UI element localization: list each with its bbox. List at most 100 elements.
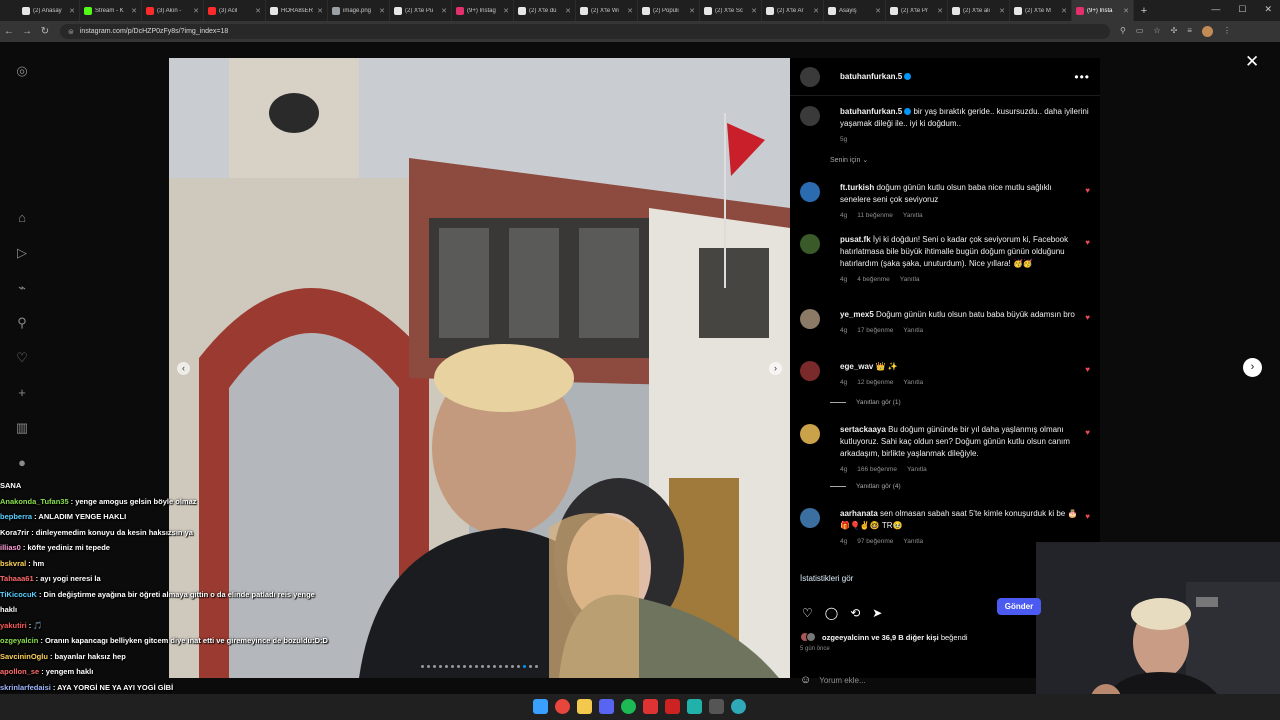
browser-tab[interactable]: (2) X'te Ar ✕ xyxy=(762,0,824,21)
likes-user[interactable]: ozgeeyalcinn xyxy=(822,633,869,642)
browser-tab[interactable]: (2) X'te Pu ✕ xyxy=(390,0,452,21)
browser-tab[interactable]: (3) Acil ✕ xyxy=(204,0,266,21)
view-replies-button[interactable]: Yanıtları gör (1) xyxy=(830,399,901,406)
browser-tab[interactable]: (2) X'te ali ✕ xyxy=(948,0,1010,21)
browser-tab[interactable]: (2) X'te Wi ✕ xyxy=(576,0,638,21)
comment-avatar[interactable] xyxy=(800,182,820,202)
instagram-logo-icon[interactable]: ◎ xyxy=(16,64,27,77)
browser-tab[interactable]: Asayiş ✕ xyxy=(824,0,886,21)
tab-close-icon[interactable]: ✕ xyxy=(441,7,447,15)
tab-close-icon[interactable]: ✕ xyxy=(565,7,571,15)
author-avatar[interactable] xyxy=(800,66,820,87)
tab-close-icon[interactable]: ✕ xyxy=(379,7,385,15)
repost-icon[interactable]: ⟲ xyxy=(850,606,860,620)
comment-username[interactable]: ege_wav xyxy=(840,362,873,371)
comment-likes[interactable]: 11 beğenme xyxy=(857,212,893,219)
maximize-icon[interactable]: ☐ xyxy=(1238,4,1246,15)
caption-avatar[interactable] xyxy=(800,106,820,126)
comment-like-heart-icon[interactable]: ♥ xyxy=(1085,512,1090,521)
comment-avatar[interactable] xyxy=(800,508,820,528)
minimize-icon[interactable]: — xyxy=(1211,4,1220,15)
browser-tab[interactable]: Stream - K ✕ xyxy=(80,0,142,21)
comment-likes[interactable]: 4 beğenme xyxy=(857,276,890,283)
browser-tab[interactable]: (9+) Instag ✕ xyxy=(452,0,514,21)
comment-avatar[interactable] xyxy=(800,309,820,329)
browser-tab[interactable]: (9+) Insta ✕ xyxy=(1072,0,1134,21)
create-icon[interactable]: + xyxy=(18,386,26,399)
tab-close-icon[interactable]: ✕ xyxy=(193,7,199,15)
tab-close-icon[interactable]: ✕ xyxy=(503,7,509,15)
browser-tab[interactable]: (2) Popüli ✕ xyxy=(638,0,700,21)
obs-icon[interactable] xyxy=(643,699,658,714)
browser-tab[interactable]: (3) Akın - ✕ xyxy=(142,0,204,21)
chrome-icon[interactable] xyxy=(555,699,570,714)
tab-close-icon[interactable]: ✕ xyxy=(813,7,819,15)
view-insights-link[interactable]: İstatistikleri gör xyxy=(800,574,853,583)
comment-username[interactable]: sertackaaya xyxy=(840,425,886,434)
tab-close-icon[interactable]: ✕ xyxy=(689,7,695,15)
add-comment-field[interactable]: ☺ Yorum ekle... xyxy=(800,674,866,686)
dashboard-icon[interactable]: ▥ xyxy=(16,421,28,434)
browser-tab[interactable]: image.png ✕ xyxy=(328,0,390,21)
comment-username[interactable]: pusat.fk xyxy=(840,235,871,244)
share-icon[interactable]: ➤ xyxy=(872,606,882,620)
file-explorer-icon[interactable] xyxy=(577,699,592,714)
notifications-heart-icon[interactable]: ♡ xyxy=(16,351,28,364)
comment-like-heart-icon[interactable]: ♥ xyxy=(1085,313,1090,322)
send-button[interactable]: Gönder xyxy=(997,598,1041,615)
author-username[interactable]: batuhanfurkan.5 xyxy=(840,72,912,81)
comment-avatar[interactable] xyxy=(800,361,820,381)
comment-likes[interactable]: 166 beğenme xyxy=(857,466,897,473)
discord-icon[interactable] xyxy=(599,699,614,714)
settings-icon[interactable] xyxy=(709,699,724,714)
comment-sort-dropdown[interactable]: Senin için ⌄ xyxy=(830,156,868,164)
tab-close-icon[interactable]: ✕ xyxy=(1123,7,1129,15)
reload-icon[interactable]: ↻ xyxy=(36,26,54,37)
extensions-icon[interactable]: ✣ xyxy=(1171,26,1178,37)
address-bar[interactable]: ⊜ instagram.com/p/DcHZP0zFy8s/?img_index… xyxy=(60,24,1110,39)
comment-like-heart-icon[interactable]: ♥ xyxy=(1085,238,1090,247)
comment-avatar[interactable] xyxy=(800,424,820,444)
caption-username[interactable]: batuhanfurkan.5 xyxy=(840,107,902,116)
messages-icon[interactable]: ⌁ xyxy=(18,281,26,294)
app-icon[interactable] xyxy=(687,699,702,714)
browser-tab[interactable]: (2) X'te Sc ✕ xyxy=(700,0,762,21)
search-icon[interactable]: ⚲ xyxy=(1120,26,1126,37)
browser-tab[interactable]: (2) X'te Pr ✕ xyxy=(886,0,948,21)
cast-icon[interactable]: ▭ xyxy=(1136,26,1144,37)
browser-tab[interactable]: (2) Anasay ✕ xyxy=(18,0,80,21)
reply-button[interactable]: Yanıtla xyxy=(903,538,923,545)
tab-close-icon[interactable]: ✕ xyxy=(875,7,881,15)
close-post-icon[interactable]: ✕ xyxy=(1245,52,1259,72)
reply-button[interactable]: Yanıtla xyxy=(903,212,923,219)
comment-username[interactable]: ft.turkish xyxy=(840,183,874,192)
comment-likes[interactable]: 17 beğenme xyxy=(857,327,893,334)
tab-close-icon[interactable]: ✕ xyxy=(1061,7,1067,15)
photo-prev-button[interactable]: ‹ xyxy=(177,362,190,375)
tab-close-icon[interactable]: ✕ xyxy=(999,7,1005,15)
home-icon[interactable]: ⌂ xyxy=(18,211,26,224)
next-post-button[interactable]: › xyxy=(1243,358,1262,377)
comment-like-heart-icon[interactable]: ♥ xyxy=(1085,186,1090,195)
site-info-icon[interactable]: ⊜ xyxy=(68,28,74,36)
photo-next-button[interactable]: › xyxy=(769,362,782,375)
more-options-icon[interactable]: ••• xyxy=(1074,70,1090,84)
tab-close-icon[interactable]: ✕ xyxy=(255,7,261,15)
emoji-icon[interactable]: ☺ xyxy=(800,674,811,686)
spotify-icon[interactable] xyxy=(621,699,636,714)
browser-tab[interactable]: HORA8sER ✕ xyxy=(266,0,328,21)
profile-avatar[interactable] xyxy=(1201,26,1213,37)
menu-icon[interactable]: ≡ xyxy=(1187,26,1192,37)
reply-button[interactable]: Yanıtla xyxy=(903,327,923,334)
edge-icon[interactable] xyxy=(731,699,746,714)
reels-icon[interactable]: ▷ xyxy=(17,246,27,259)
search-nav-icon[interactable]: ⚲ xyxy=(17,316,27,329)
comment-likes[interactable]: 12 beğenme xyxy=(857,379,893,386)
back-icon[interactable]: ← xyxy=(0,26,18,37)
x-app-icon[interactable] xyxy=(665,699,680,714)
new-tab-button[interactable]: + xyxy=(1134,5,1154,17)
tab-close-icon[interactable]: ✕ xyxy=(69,7,75,15)
comment-likes[interactable]: 97 beğenme xyxy=(857,538,893,545)
view-replies-button[interactable]: Yanıtları gör (4) xyxy=(830,483,901,490)
reply-button[interactable]: Yanıtla xyxy=(907,466,927,473)
